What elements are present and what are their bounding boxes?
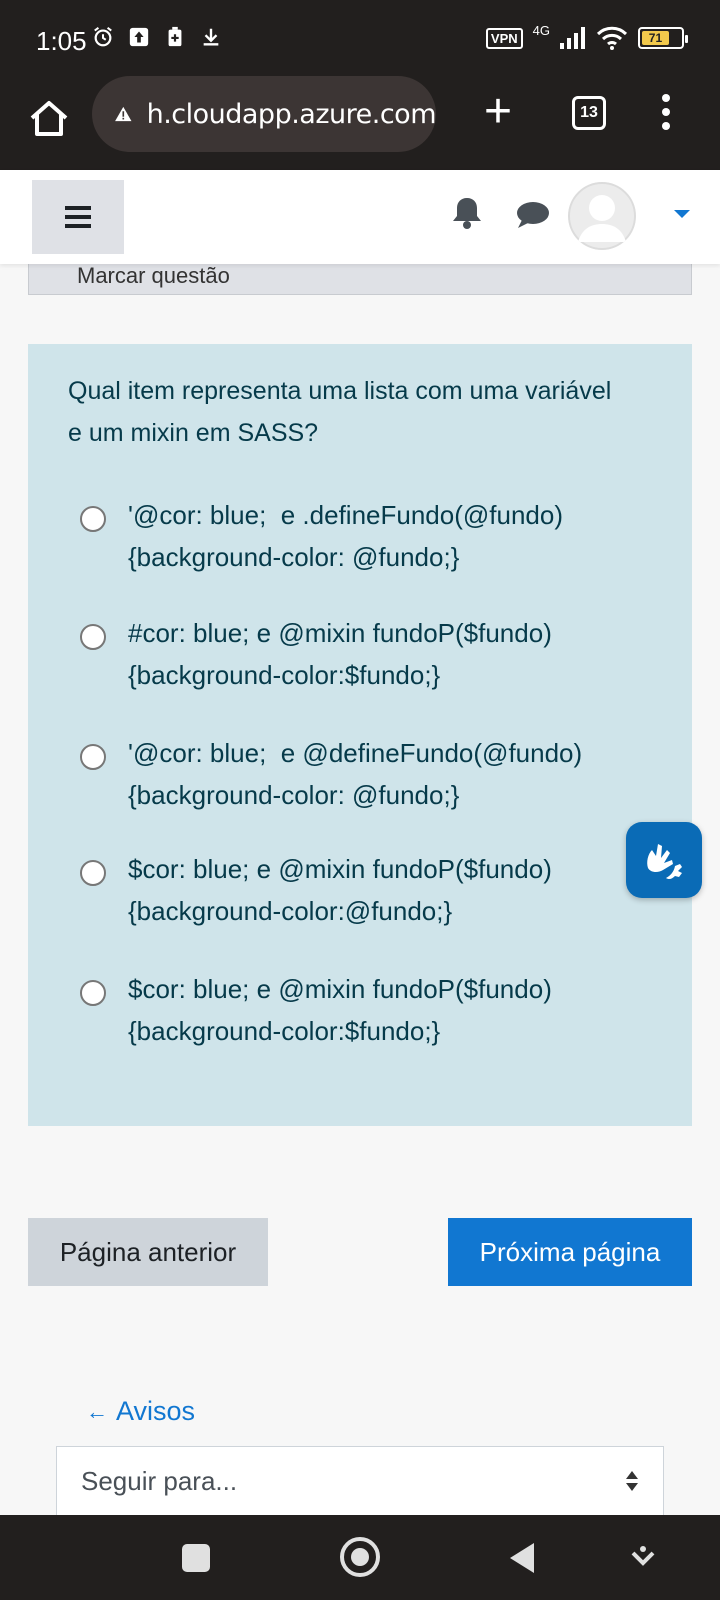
next-page-button[interactable]: Próxima página xyxy=(448,1218,692,1286)
answer-option[interactable]: '@cor: blue; e .defineFundo(@fundo) {bac… xyxy=(80,494,660,578)
hamburger-icon xyxy=(65,206,91,228)
answer-option-label[interactable]: '@cor: blue; e @defineFundo(@fundo) {bac… xyxy=(128,732,582,816)
browser-toolbar: h.cloudapp.azure.com + 13 xyxy=(0,76,720,170)
question-text: Qual item representa uma lista com uma v… xyxy=(68,377,612,447)
site-header xyxy=(0,170,720,264)
status-time: 1:05 xyxy=(36,26,87,56)
vpn-badge: VPN xyxy=(485,27,523,49)
sign-language-hands-icon xyxy=(647,844,682,880)
battery-icon: 71 xyxy=(638,27,688,49)
avisos-link[interactable]: ← Avisos xyxy=(86,1396,195,1427)
answer-option-label[interactable]: #cor: blue; e @mixin fundoP($fundo) {bac… xyxy=(128,612,552,696)
user-avatar-icon xyxy=(568,182,636,250)
flag-question-label[interactable]: Marcar questão xyxy=(77,263,230,289)
arrow-left-icon[interactable]: ← xyxy=(86,1399,108,1425)
home-icon[interactable] xyxy=(26,96,72,142)
user-menu-chevron-down-icon[interactable] xyxy=(674,210,690,218)
battery-plus-icon xyxy=(168,26,182,47)
upload-icon xyxy=(129,27,149,47)
radio-button[interactable] xyxy=(80,744,106,770)
answer-option[interactable]: #cor: blue; e @mixin fundoP($fundo) {bac… xyxy=(80,612,660,696)
home-button[interactable] xyxy=(340,1537,380,1577)
radio-button[interactable] xyxy=(80,980,106,1006)
user-avatar[interactable] xyxy=(568,182,636,250)
radio-button[interactable] xyxy=(80,506,106,532)
alarm-icon xyxy=(94,27,112,47)
radio-button[interactable] xyxy=(80,860,106,886)
battery-level: 71 xyxy=(642,31,669,45)
notification-bell-icon[interactable] xyxy=(452,196,482,230)
signal-icon xyxy=(560,27,585,49)
recent-apps-button[interactable] xyxy=(182,1544,210,1572)
system-navigation-bar xyxy=(0,1515,720,1600)
previous-page-button[interactable]: Página anterior xyxy=(28,1218,268,1286)
question-panel: Qual item representa uma lista com uma v… xyxy=(28,344,692,1126)
tab-switcher-button[interactable]: 13 xyxy=(572,96,606,130)
warning-icon[interactable] xyxy=(114,99,133,129)
status-bar: 1:05 VPN 4G 71 xyxy=(0,0,720,76)
sign-language-widget-button[interactable] xyxy=(626,822,702,898)
jump-to-select[interactable]: Seguir para... xyxy=(56,1446,664,1516)
back-button[interactable] xyxy=(510,1543,534,1573)
url-text[interactable]: h.cloudapp.azure.com xyxy=(147,99,437,130)
jump-to-select-value[interactable]: Seguir para... xyxy=(81,1466,237,1497)
network-type: 4G xyxy=(532,22,550,38)
answer-option[interactable]: '@cor: blue; e @defineFundo(@fundo) {bac… xyxy=(80,732,660,816)
new-tab-button[interactable]: + xyxy=(476,88,520,136)
answer-option-label[interactable]: $cor: blue; e @mixin fundoP($fundo) {bac… xyxy=(128,848,552,932)
messages-icon[interactable] xyxy=(516,200,550,230)
avisos-link-label[interactable]: Avisos xyxy=(116,1396,195,1427)
answer-option-label[interactable]: '@cor: blue; e .defineFundo(@fundo) {bac… xyxy=(128,494,563,578)
browser-menu-button[interactable] xyxy=(660,94,672,134)
download-icon xyxy=(203,28,219,46)
answer-option[interactable]: $cor: blue; e @mixin fundoP($fundo) {bac… xyxy=(80,968,660,1052)
select-arrows-icon xyxy=(626,1471,638,1491)
wifi-icon xyxy=(596,26,628,50)
radio-button[interactable] xyxy=(80,624,106,650)
hide-keyboard-chevron-down-icon[interactable] xyxy=(630,1545,656,1571)
hamburger-menu-button[interactable] xyxy=(32,180,124,254)
answer-option-label[interactable]: $cor: blue; e @mixin fundoP($fundo) {bac… xyxy=(128,968,552,1052)
address-bar[interactable]: h.cloudapp.azure.com xyxy=(92,76,437,152)
answer-option[interactable]: $cor: blue; e @mixin fundoP($fundo) {bac… xyxy=(80,848,660,932)
